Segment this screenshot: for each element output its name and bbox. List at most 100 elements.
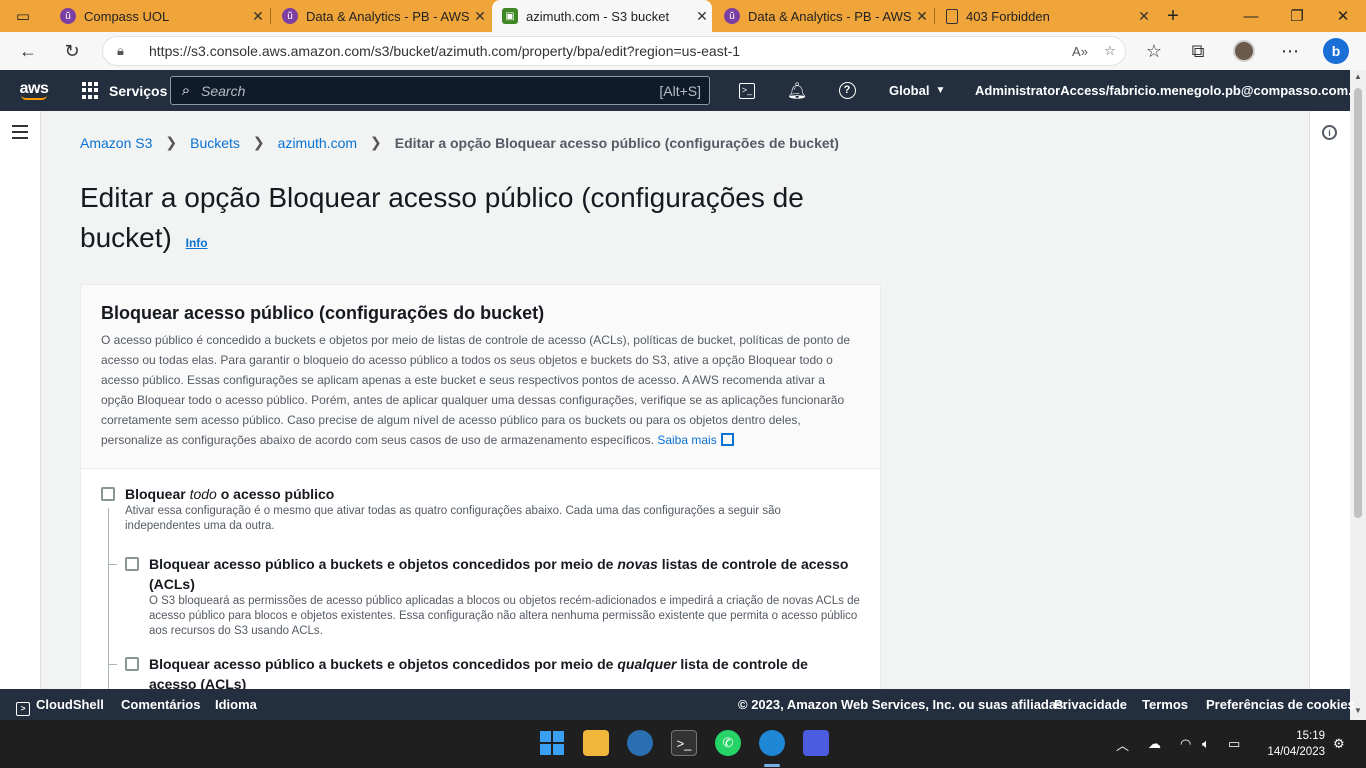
url-text[interactable]: https://s3.console.aws.amazon.com/s3/buc…: [149, 43, 1065, 59]
restore-icon[interactable]: ❐: [1274, 0, 1320, 32]
battery-icon[interactable]: ▭: [1228, 720, 1240, 768]
breadcrumb-bucket-name[interactable]: azimuth.com: [278, 135, 357, 151]
more-menu-icon[interactable]: ⋯: [1274, 35, 1306, 67]
s3-icon: ▣: [502, 8, 518, 24]
block-any-acls-checkbox[interactable]: [125, 657, 139, 671]
back-icon[interactable]: ←: [12, 35, 44, 67]
edge-icon[interactable]: [759, 730, 785, 756]
lock-icon: 🔒︎: [117, 43, 124, 58]
block-all-description: Ativar essa configuração é o mesmo que a…: [125, 505, 781, 532]
title-emphasis: todo: [189, 486, 217, 502]
read-aloud-icon[interactable]: A»: [1065, 44, 1095, 59]
onedrive-icon[interactable]: ☁: [1148, 720, 1161, 768]
url-field[interactable]: 🔒︎ https://s3.console.aws.amazon.com/s3/…: [102, 36, 1126, 66]
cookie-preferences-link[interactable]: Preferências de cookies: [1206, 697, 1355, 712]
block-new-acls-checkbox[interactable]: [125, 557, 139, 571]
windows-taskbar: >_ ✆ ︿ ☁ ◠ 🔈︎ ▭ 15:19 14/04/2023 ⚙: [0, 720, 1366, 768]
chevron-right-icon: ❯: [252, 134, 265, 150]
info-panel-icon[interactable]: i: [1322, 125, 1337, 140]
help-icon[interactable]: ?: [829, 70, 865, 111]
breadcrumb-current: Editar a opção Bloquear acesso público (…: [394, 134, 839, 151]
compass-icon: ŭ: [282, 8, 298, 24]
breadcrumb-buckets[interactable]: Buckets: [190, 135, 240, 151]
title-part: Bloquear: [125, 486, 190, 502]
tab-actions-icon[interactable]: ▭: [0, 0, 46, 32]
close-tab-icon[interactable]: ✕: [248, 8, 268, 25]
clock-date: 14/04/2023: [1267, 746, 1325, 758]
volume-icon[interactable]: 🔈︎: [1202, 720, 1210, 768]
show-hidden-icons[interactable]: ︿: [1116, 720, 1129, 768]
add-favorite-icon[interactable]: ☆: [1095, 43, 1125, 59]
close-tab-icon[interactable]: ✕: [912, 8, 932, 25]
file-explorer-icon[interactable]: [583, 730, 609, 756]
terms-link[interactable]: Termos: [1142, 697, 1188, 712]
windows-start-icon[interactable]: [539, 730, 565, 756]
account-menu[interactable]: AdministratorAccess/fabricio.menegolo.pb…: [975, 70, 1366, 111]
breadcrumb-amazon-s3[interactable]: Amazon S3: [80, 135, 152, 151]
close-window-icon[interactable]: ✕: [1320, 0, 1366, 32]
search-shortcut-hint: [Alt+S]: [659, 82, 701, 99]
cloudshell-icon[interactable]: >_: [729, 70, 765, 111]
block-new-acls-title[interactable]: Bloquear acesso público a buckets e obje…: [149, 554, 849, 594]
right-tools-strip: i: [1309, 111, 1350, 689]
region-selector[interactable]: Global ▼: [889, 70, 945, 111]
copyright-text: © 2023, Amazon Web Services, Inc. ou sua…: [738, 697, 1067, 712]
panel-heading: Bloquear acesso público (configurações d…: [101, 303, 545, 323]
edge-dev-icon[interactable]: [627, 730, 653, 756]
favorites-icon[interactable]: ☆: [1138, 35, 1170, 67]
browser-tab-3-active[interactable]: ▣ azimuth.com - S3 bucket ✕: [492, 0, 712, 32]
learn-more-text: Saiba mais: [657, 433, 717, 447]
cloudshell-footer-button[interactable]: > CloudShell: [16, 697, 104, 716]
notification-icon[interactable]: ⚙: [1333, 720, 1345, 768]
tab-title: Data & Analytics - PB - AWS: [748, 8, 912, 24]
address-bar-area: ← ↻ 🔒︎ https://s3.console.aws.amazon.com…: [0, 32, 1366, 70]
new-tab-icon[interactable]: +: [1150, 0, 1196, 32]
browser-tab-4[interactable]: ŭ Data & Analytics - PB - AWS ✕: [714, 0, 932, 32]
privacy-link[interactable]: Privacidade: [1054, 697, 1127, 712]
block-new-acls-description: O S3 bloqueará as permissões de acesso p…: [149, 595, 860, 637]
notifications-bell-icon[interactable]: 🔔︎: [779, 70, 815, 111]
bing-icon[interactable]: b: [1320, 35, 1352, 67]
collections-icon[interactable]: ⧉: [1182, 35, 1214, 67]
block-all-checkbox[interactable]: [101, 487, 115, 501]
search-box[interactable]: ⌕ [Alt+S]: [170, 76, 710, 105]
browser-tab-2[interactable]: ŭ Data & Analytics - PB - AWS ✕: [272, 0, 490, 32]
hamburger-menu-icon[interactable]: [12, 125, 28, 143]
browser-tab-5[interactable]: 403 Forbidden ✕: [936, 0, 1154, 32]
scroll-up-icon[interactable]: ▲: [1350, 72, 1366, 81]
whatsapp-icon[interactable]: ✆: [715, 730, 741, 756]
wifi-icon[interactable]: ◠: [1180, 720, 1191, 768]
block-any-acls-title[interactable]: Bloquear acesso público a buckets e obje…: [149, 654, 849, 694]
feedback-link[interactable]: Comentários: [121, 697, 200, 712]
scroll-thumb[interactable]: [1354, 88, 1362, 518]
search-input[interactable]: [201, 82, 660, 99]
left-nav-strip: [0, 111, 41, 689]
close-tab-icon[interactable]: ✕: [470, 8, 490, 25]
block-all-title[interactable]: Bloquear todo o acesso público: [125, 484, 865, 504]
terminal-icon[interactable]: >_: [671, 730, 697, 756]
tab-title: Compass UOL: [84, 8, 170, 24]
profile-avatar[interactable]: [1228, 35, 1260, 67]
tab-separator: [270, 8, 271, 24]
services-menu[interactable]: Serviços: [82, 81, 167, 100]
browser-tab-1[interactable]: ŭ Compass UOL ✕: [50, 0, 268, 32]
title-part: Bloquear acesso público a buckets e obje…: [149, 556, 618, 572]
system-clock[interactable]: 15:19 14/04/2023: [1255, 728, 1325, 760]
external-link-icon: [720, 433, 734, 446]
info-link[interactable]: Info: [186, 236, 208, 250]
close-tab-icon[interactable]: ✕: [692, 8, 712, 25]
language-link[interactable]: Idioma: [215, 697, 257, 712]
page-scrollbar[interactable]: ▲ ▼: [1350, 70, 1366, 720]
page-icon: [946, 8, 958, 24]
aws-logo[interactable]: aws: [18, 80, 50, 100]
app-icon[interactable]: [803, 730, 829, 756]
tab-title: azimuth.com - S3 bucket: [526, 8, 670, 24]
compass-icon: ŭ: [724, 8, 740, 24]
refresh-icon[interactable]: ↻: [56, 35, 88, 67]
tree-branch: [109, 564, 117, 565]
aws-top-nav: aws Serviços ⌕ [Alt+S] >_ 🔔︎ ? Global ▼ …: [0, 70, 1365, 111]
tab-separator: [934, 8, 935, 24]
account-label: AdministratorAccess/fabricio.menegolo.pb…: [975, 83, 1365, 98]
minimize-icon[interactable]: —: [1228, 0, 1274, 32]
learn-more-link[interactable]: Saiba mais: [657, 433, 734, 447]
